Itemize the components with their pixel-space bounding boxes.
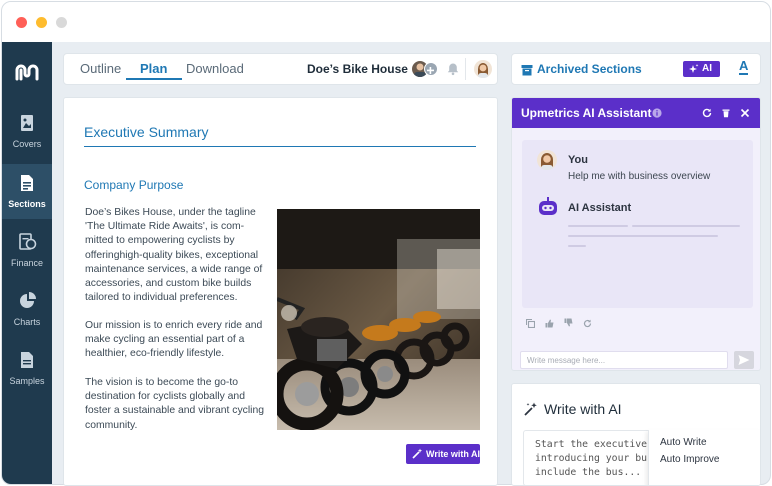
sidebar-item-sections[interactable]: Sections [2, 164, 52, 219]
send-button[interactable] [734, 351, 754, 369]
loading-line [568, 245, 586, 247]
trash-icon[interactable] [721, 108, 731, 118]
active-tab-indicator [126, 78, 182, 80]
user-avatar[interactable] [474, 60, 492, 78]
info-icon[interactable] [652, 108, 662, 118]
business-name: Doe’s Bike House [307, 62, 408, 76]
title-divider [84, 146, 476, 147]
sidebar-item-covers[interactable]: Covers [2, 104, 52, 159]
sidebar: Covers Sections Finance Charts Samples [2, 42, 52, 484]
archived-sections-bar: Archived Sections AI A [511, 53, 761, 85]
close-window-button[interactable] [16, 17, 27, 28]
subsection-title[interactable]: Company Purpose [84, 178, 183, 192]
tab-download[interactable]: Download [186, 61, 244, 76]
bell-icon[interactable] [446, 62, 460, 76]
regenerate-icon[interactable] [583, 319, 592, 328]
write-with-ai-title: Write with AI [544, 401, 622, 417]
user-avatar [537, 150, 557, 170]
ai-button[interactable]: AI [683, 61, 720, 77]
message-input[interactable]: Write message here... [520, 351, 728, 369]
user-name: You [568, 154, 588, 166]
copy-icon[interactable] [526, 319, 535, 328]
refresh-icon[interactable] [702, 108, 712, 118]
close-icon[interactable] [740, 108, 750, 118]
tab-outline[interactable]: Outline [80, 61, 121, 76]
pie-chart-icon [20, 292, 36, 308]
assistant-title: Upmetrics AI Assistant [521, 106, 652, 120]
divider [465, 58, 466, 80]
paragraph[interactable]: Our mission is to enrich every ride and … [85, 319, 267, 362]
tab-plan[interactable]: Plan [140, 61, 167, 76]
ai-assistant-name: AI Assistant [568, 202, 632, 214]
sidebar-item-label: Samples [9, 376, 45, 386]
magic-wand-icon [524, 402, 537, 416]
chat-thread: You Help me with business overview AI As… [522, 140, 753, 308]
document-icon [21, 175, 33, 191]
motorcycle-showroom-image [277, 209, 480, 430]
sidebar-item-label: Finance [10, 258, 44, 268]
magic-wand-icon [412, 448, 423, 459]
thumbs-up-icon[interactable] [545, 319, 554, 328]
send-icon [738, 355, 750, 365]
archive-icon [521, 65, 533, 76]
more-collaborators-icon[interactable] [424, 62, 438, 76]
loading-line [568, 225, 628, 227]
minimize-window-button[interactable] [36, 17, 47, 28]
file-icon [21, 352, 33, 368]
paragraph[interactable]: Doe’s Bikes House, under the tagline 'Th… [85, 206, 267, 305]
top-tab-bar: Outline Plan Download Doe’s Bike House [63, 53, 498, 85]
sidebar-item-label: Charts [13, 317, 41, 327]
loading-line [632, 225, 740, 227]
sidebar-item-label: Covers [12, 139, 42, 149]
paragraph[interactable]: The vision is to become the go-to destin… [85, 376, 267, 433]
font-style-button[interactable]: A [739, 59, 749, 75]
loading-line [568, 235, 718, 237]
write-with-ai-button[interactable]: Write with AI [406, 444, 480, 464]
finance-icon [19, 233, 37, 250]
menu-item-auto-improve[interactable]: Auto Improve [660, 454, 719, 465]
sparkle-icon [689, 64, 699, 73]
section-title[interactable]: Executive Summary [84, 124, 208, 140]
image-icon [21, 115, 33, 131]
zoom-window-button[interactable] [56, 17, 67, 28]
sidebar-item-samples[interactable]: Samples [2, 341, 52, 396]
archived-sections-link[interactable]: Archived Sections [537, 62, 642, 76]
document-editor: Executive Summary Company Purpose Doe’s … [63, 97, 498, 486]
ai-assistant-panel: Upmetrics AI Assistant You Help me with … [511, 97, 761, 371]
ai-action-menu: Auto Write Auto Improve [648, 430, 760, 485]
app-logo-icon [15, 64, 39, 81]
assistant-header: Upmetrics AI Assistant [512, 98, 760, 128]
menu-item-auto-write[interactable]: Auto Write [660, 437, 707, 448]
write-with-ai-label: Write with AI [426, 449, 480, 459]
sidebar-item-label: Sections [8, 199, 46, 209]
user-message: Help me with business overview [568, 171, 711, 182]
sidebar-item-finance[interactable]: Finance [2, 223, 52, 278]
thumbs-down-icon[interactable] [564, 318, 573, 327]
robot-icon [539, 197, 557, 215]
write-with-ai-panel: Write with AI Start the executive sum...… [511, 383, 761, 486]
title-bar [2, 2, 770, 42]
ai-button-label: AI [702, 63, 712, 74]
sidebar-item-charts[interactable]: Charts [2, 282, 52, 337]
